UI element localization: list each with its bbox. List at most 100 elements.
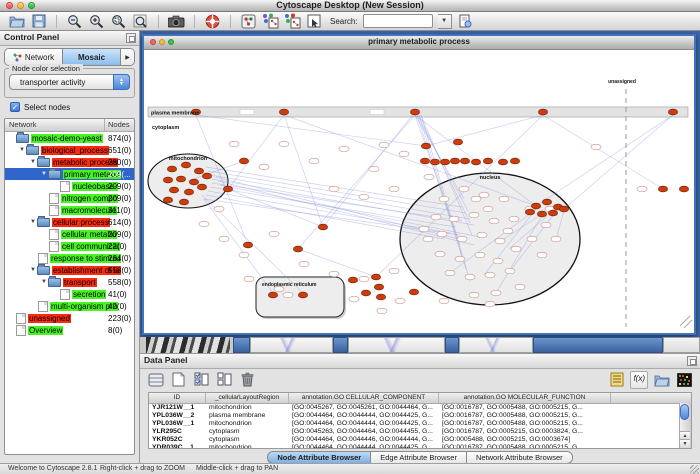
delete-attribute-icon[interactable] (238, 371, 257, 389)
view-zoom-button[interactable] (168, 39, 174, 45)
tree-row-label[interactable]: mosaic-demo-yeast (31, 134, 103, 143)
table-cell[interactable]: plasma membrane (206, 412, 289, 420)
tab-network[interactable]: Network (5, 49, 63, 65)
help-icon[interactable] (204, 14, 221, 29)
network-node-white[interactable] (499, 196, 509, 202)
network-node-white[interactable] (471, 196, 481, 202)
network-edge[interactable] (536, 115, 673, 206)
network-node-white[interactable] (511, 246, 521, 252)
network-node-red[interactable] (537, 211, 546, 217)
network-node-white[interactable] (637, 186, 647, 192)
network-node-red[interactable] (243, 242, 252, 248)
background-window-titlebar[interactable] (333, 337, 348, 353)
table-cell[interactable]: mitochondrion (206, 404, 289, 412)
layout-attribute-icon[interactable] (284, 14, 301, 29)
table-cell[interactable]: [GO:0044464, GO:0044446, GO:0044444, G..… (289, 436, 439, 444)
table-cell[interactable]: [GO:0016787, GO:0005488, GO:0005215, G..… (439, 404, 611, 412)
network-node-white[interactable] (359, 194, 369, 200)
network-edge[interactable] (298, 115, 415, 249)
background-window-fragment[interactable] (459, 337, 533, 353)
network-node-red[interactable] (194, 168, 203, 174)
network-edge[interactable] (228, 189, 323, 227)
search-dropdown-button[interactable]: ▼ (438, 14, 452, 29)
tree-row[interactable]: multi-organism pro42(0) (5, 300, 134, 312)
network-node-white[interactable] (431, 214, 441, 220)
view-close-button[interactable] (150, 39, 156, 45)
table-row[interactable]: YLR295Ccytoplasm[GO:0045263, GO:0044464,… (149, 428, 691, 436)
network-node-red[interactable] (197, 184, 206, 190)
network-node-white[interactable] (491, 290, 501, 296)
table-cell[interactable]: YPL036W__2 (149, 412, 206, 420)
network-node-white[interactable] (449, 216, 459, 222)
table-cell[interactable]: YDR039C__1 (149, 444, 206, 449)
network-node-red[interactable] (298, 292, 307, 298)
import-attributes-icon[interactable] (652, 371, 671, 389)
tree-row[interactable]: macromolecule311(0) (5, 204, 134, 216)
tree-row[interactable]: cellular metabo209(0) (5, 228, 134, 240)
tree-row-label[interactable]: Overview (28, 326, 63, 335)
network-node-white[interactable] (269, 231, 279, 237)
network-node-white[interactable] (459, 186, 469, 192)
background-window-titlebar[interactable] (445, 337, 459, 353)
network-node-red[interactable] (179, 199, 188, 205)
tree-expand-arrow-icon[interactable]: ▼ (18, 147, 26, 153)
network-node-red[interactable] (163, 177, 172, 183)
network-node-red[interactable] (483, 158, 492, 164)
heatmap-icon[interactable] (675, 371, 694, 389)
network-node-white[interactable] (437, 231, 447, 237)
network-node-red[interactable] (376, 294, 385, 300)
network-node-red[interactable] (163, 197, 172, 203)
table-row[interactable]: YPL036W__1mitochondrion[GO:0044464, GO:0… (149, 420, 691, 428)
tree-row-label[interactable]: biological_process (41, 146, 109, 155)
network-node-red[interactable] (169, 187, 178, 193)
tree-column-network[interactable]: Network (9, 120, 37, 129)
network-node-white[interactable] (423, 236, 433, 242)
network-node-white[interactable] (439, 196, 449, 202)
scroll-down-button[interactable]: ▼ (680, 439, 690, 448)
network-node-red[interactable] (410, 109, 419, 115)
formula-icon[interactable]: f(x) (630, 371, 648, 389)
tree-row[interactable]: mosaic-demo-yeast874(0) (5, 132, 134, 144)
tree-row[interactable]: ▼biological_process651(0) (5, 144, 134, 156)
network-node-red[interactable] (202, 173, 211, 179)
network-node-white[interactable] (465, 274, 475, 280)
network-node-white[interactable] (259, 164, 269, 170)
zoom-in-icon[interactable] (88, 14, 105, 29)
tree-row[interactable]: response to stimulu264(0) (5, 252, 134, 264)
table-cell[interactable]: [GO:0045267, GO:0045261, GO:0044464, G..… (289, 404, 439, 412)
scrollbar-thumb[interactable] (680, 404, 689, 420)
network-canvas[interactable]: plasma membranecytoplasmmitochondrionnuc… (144, 49, 694, 333)
close-window-button[interactable] (6, 2, 13, 9)
table-cell[interactable]: YKR052C (149, 436, 206, 444)
network-node-red[interactable] (559, 206, 568, 212)
tree-expand-arrow-icon[interactable]: ▼ (29, 159, 37, 165)
network-node-white[interactable] (509, 216, 519, 222)
float-panel-icon[interactable] (687, 356, 697, 366)
network-node-red[interactable] (293, 246, 302, 252)
table-cell[interactable]: cytoplasm (206, 436, 289, 444)
table-cell[interactable]: [GO:0016787, GO:0005488, GO:0005215, G..… (439, 412, 611, 420)
minimize-window-button[interactable] (17, 2, 24, 9)
annotation-icon[interactable] (306, 14, 323, 29)
network-node-red[interactable] (430, 159, 439, 165)
table-row[interactable]: YKR052Ccytoplasm[GO:0044464, GO:0044446,… (149, 436, 691, 444)
tree-row[interactable]: ▼metabolic process280(0) (5, 156, 134, 168)
tree-row-label[interactable]: transport (63, 278, 97, 287)
network-node-white[interactable] (483, 206, 493, 212)
background-window-titlebar[interactable] (533, 337, 663, 353)
network-node-white[interactable] (505, 268, 515, 274)
network-node-white[interactable] (591, 144, 601, 150)
table-cell[interactable]: mitochondrion (206, 420, 289, 428)
network-node-red[interactable] (361, 290, 370, 296)
network-node-white[interactable] (435, 251, 445, 257)
tree-row[interactable]: ▼transport558(0) (5, 276, 134, 288)
network-node-white[interactable] (214, 206, 224, 212)
tree-row[interactable]: cell communicat22(0) (5, 240, 134, 252)
network-node-red[interactable] (548, 210, 557, 216)
network-node-red[interactable] (409, 289, 418, 295)
network-node-red[interactable] (181, 162, 190, 168)
network-node-white[interactable] (329, 271, 339, 277)
network-edge[interactable] (204, 199, 273, 293)
network-node-white[interactable] (457, 236, 467, 242)
network-node-red[interactable] (498, 159, 507, 165)
